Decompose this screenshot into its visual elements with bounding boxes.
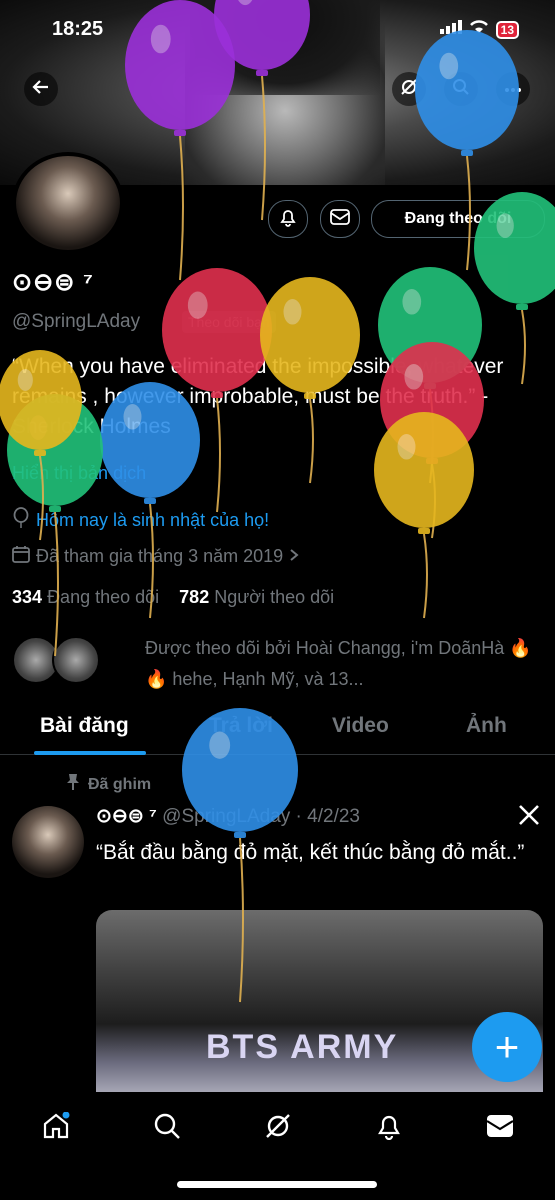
search-icon [452, 78, 470, 101]
notifications-button[interactable] [268, 200, 308, 238]
envelope-icon [330, 208, 350, 230]
post-avatar[interactable] [12, 806, 84, 878]
pin-icon [66, 773, 80, 796]
compose-button[interactable]: + [472, 1012, 542, 1082]
active-tab-indicator [34, 751, 146, 755]
grok-button[interactable] [392, 72, 426, 106]
post-handle[interactable]: @SpringLAday [162, 806, 290, 827]
message-button[interactable] [320, 200, 360, 238]
follow-counts: 334 Đang theo dõi 782 Người theo dõi [12, 587, 334, 608]
search-nav-icon[interactable] [151, 1110, 183, 1142]
tab-video[interactable]: Video [332, 714, 389, 738]
translate-link[interactable]: Hiển thị bản dịch [12, 463, 146, 484]
pinned-text: Đã ghim [88, 775, 152, 793]
back-button[interactable] [24, 72, 58, 106]
followers-link[interactable]: 782 Người theo dõi [179, 587, 334, 607]
status-icons: 13 [439, 20, 519, 39]
following-button[interactable]: Đang theo dõi [371, 200, 545, 238]
profile-bio: “When you have eliminated the impossible… [12, 355, 504, 438]
followers-count: 782 [179, 587, 210, 607]
birthday-text[interactable]: Hôm nay là sinh nhật của họ! [36, 510, 269, 531]
post-text: “Bắt đầu bằng đỏ mặt, kết thúc bằng đỏ m… [96, 841, 525, 864]
post-author[interactable]: ⊙⊖⊜ ⁷ [96, 806, 157, 827]
profile-handle: @SpringLAday [12, 311, 141, 332]
chevron-right-icon [289, 546, 299, 567]
profile-avatar[interactable] [12, 152, 124, 254]
followers-label: Người theo dõi [214, 587, 335, 607]
follows-you-badge: Theo dõi bạn [182, 311, 276, 333]
status-time: 18:25 [52, 18, 104, 40]
tab-replies[interactable]: Trả lời [209, 714, 273, 738]
joined-row[interactable]: Đã tham gia tháng 3 năm 2019 [12, 545, 299, 568]
more-icon [504, 80, 522, 98]
pinned-label: Đã ghim [66, 773, 151, 796]
balloon [374, 412, 474, 619]
calendar-icon [12, 545, 30, 568]
banner-photo-shadow [190, 0, 380, 95]
followed-by-text[interactable]: Được theo dõi bởi Hoài Changg, i'm DoãnH… [145, 633, 535, 695]
tab-posts[interactable]: Bài đăng [40, 714, 129, 738]
bell-plus-icon [278, 207, 298, 232]
signal-icon [439, 20, 462, 39]
birthday-row: Hôm nay là sinh nhật của họ! [12, 507, 269, 534]
following-count: 334 [12, 587, 43, 607]
more-button[interactable] [496, 72, 530, 106]
grok-nav-icon[interactable] [262, 1110, 294, 1142]
home-icon[interactable] [40, 1110, 72, 1142]
grok-icon [400, 78, 418, 101]
media-caption: BTS ARMY [206, 1028, 399, 1066]
avatar [52, 636, 100, 684]
balloon-icon [12, 507, 30, 534]
followed-by-avatars[interactable] [12, 636, 100, 684]
post-date[interactable]: · 4/2/23 [296, 806, 360, 827]
profile-name: ⊙⊖⊜ ⁷ [12, 269, 94, 296]
arrow-left-icon [32, 78, 50, 101]
joined-text: Đã tham gia tháng 3 năm 2019 [36, 546, 284, 566]
post-header: ⊙⊖⊜ ⁷ @SpringLAday · 4/2/23 [96, 805, 360, 828]
search-button[interactable] [444, 72, 478, 106]
notifications-nav-icon[interactable] [373, 1110, 405, 1142]
battery-indicator: 13 [495, 20, 519, 39]
messages-nav-icon[interactable] [484, 1110, 516, 1142]
home-indicator [177, 1181, 377, 1188]
following-link[interactable]: 334 Đang theo dõi [12, 587, 159, 607]
post-media[interactable]: BTS ARMY [96, 910, 543, 1100]
following-label: Đang theo dõi [47, 587, 160, 607]
wifi-icon [469, 20, 489, 39]
tab-photos[interactable]: Ảnh [466, 714, 507, 738]
x-logo-icon [518, 804, 540, 831]
profile-tabs: Bài đăng Trả lời Video Ảnh [0, 700, 555, 755]
